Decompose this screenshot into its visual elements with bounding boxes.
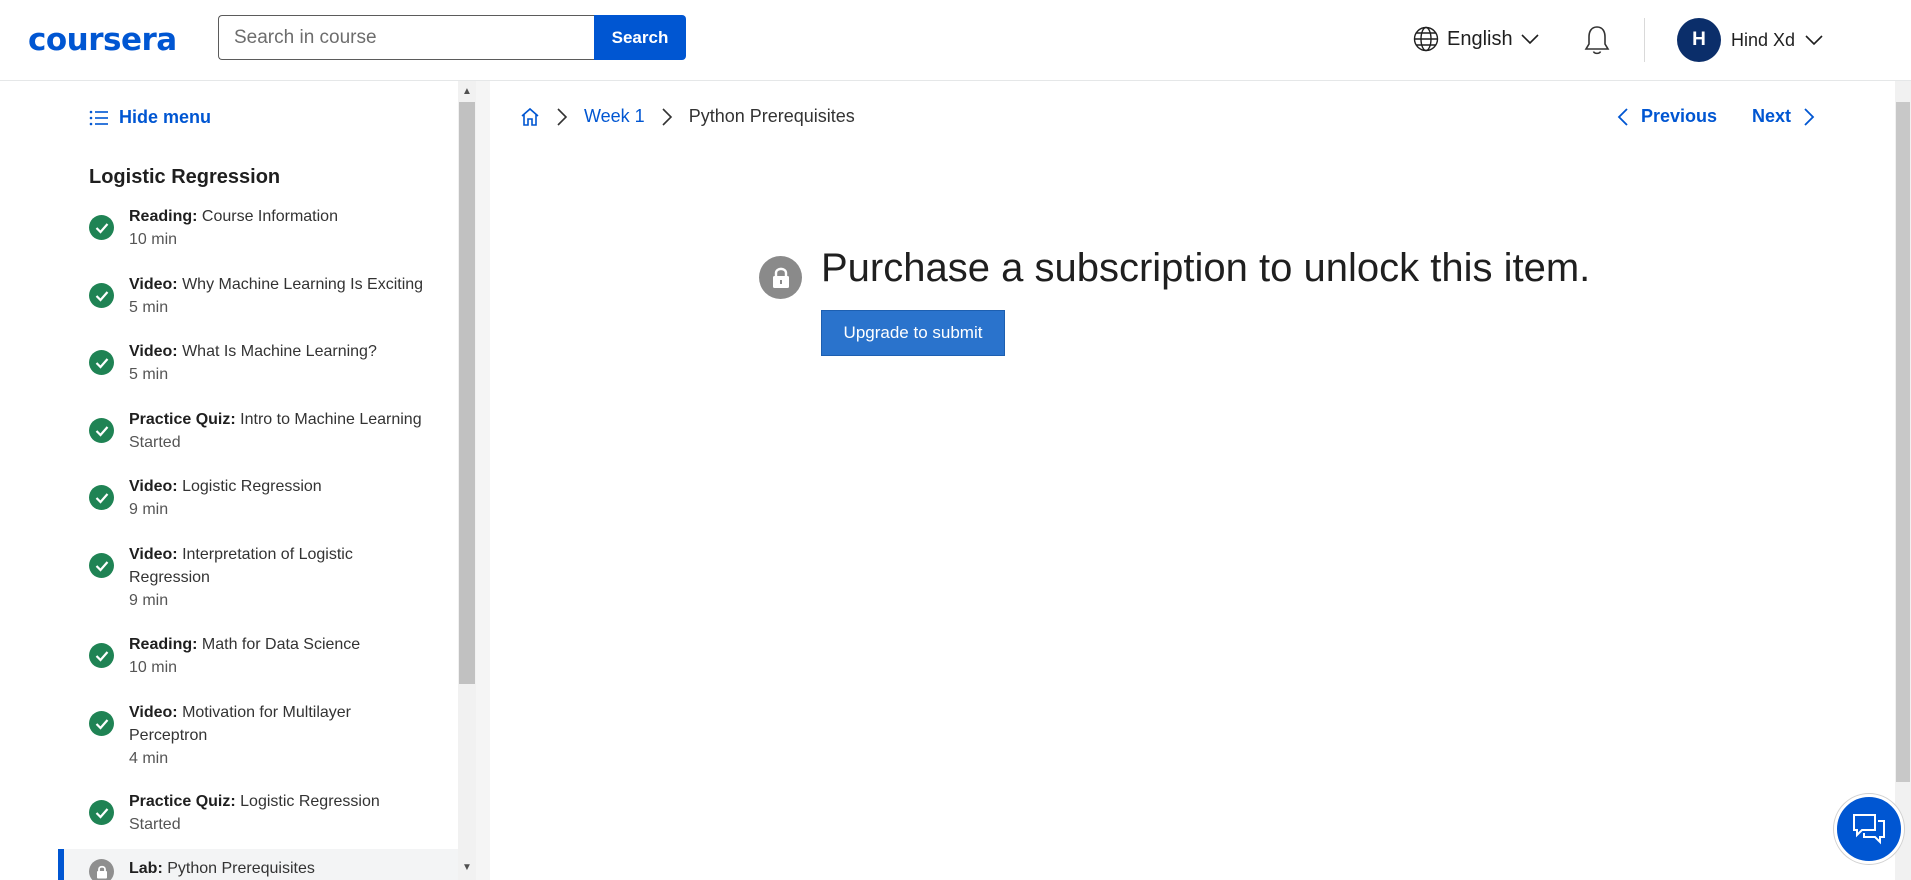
chevron-right-icon xyxy=(1804,107,1815,126)
previous-button[interactable]: Previous xyxy=(1617,106,1717,127)
item-meta: 10 min xyxy=(129,231,178,248)
item-title: Intro to Machine Learning xyxy=(240,411,422,428)
completed-check-icon xyxy=(89,643,114,668)
module-title: Logistic Regression xyxy=(89,166,281,188)
item-type: Reading: xyxy=(129,208,198,225)
completed-check-icon xyxy=(89,215,114,240)
completed-check-icon xyxy=(89,418,114,443)
course-sidebar: Hide menu Logistic Regression Reading: C… xyxy=(0,81,458,880)
item-type: Video: xyxy=(129,343,178,360)
next-label: Next xyxy=(1752,106,1792,126)
sidebar-item-logistic-regression-video[interactable]: Video: Logistic Regression 9 min xyxy=(89,475,429,522)
item-meta: 5 min xyxy=(129,299,169,316)
item-type: Video: xyxy=(129,546,178,563)
user-name: Hind Xd xyxy=(1731,29,1796,50)
sidebar-item-why-ml-exciting[interactable]: Video: Why Machine Learning Is Exciting … xyxy=(89,273,429,320)
language-label: English xyxy=(1447,27,1513,50)
lock-icon xyxy=(89,859,114,880)
sidebar-item-what-is-ml[interactable]: Video: What Is Machine Learning? 5 min xyxy=(89,340,429,387)
item-meta: 9 min xyxy=(129,592,169,609)
item-type: Lab: xyxy=(129,860,163,877)
globe-icon xyxy=(1413,26,1439,52)
course-search: Search xyxy=(218,15,686,60)
breadcrumb-current: Python Prerequisites xyxy=(688,106,855,126)
notifications-bell-icon[interactable] xyxy=(1582,24,1612,56)
user-menu[interactable]: H Hind Xd xyxy=(1677,18,1823,62)
upgrade-to-submit-button[interactable]: Upgrade to submit xyxy=(821,310,1005,356)
item-type: Video: xyxy=(129,704,178,721)
item-type: Video: xyxy=(129,276,178,293)
sidebar-gutter xyxy=(476,81,490,880)
item-type: Reading: xyxy=(129,636,198,653)
scroll-up-arrow-icon[interactable]: ▲ xyxy=(462,86,472,97)
sidebar-item-python-prerequisites[interactable]: Lab: Python Prerequisites xyxy=(89,847,429,880)
completed-check-icon xyxy=(89,485,114,510)
language-selector[interactable]: English xyxy=(1413,26,1539,52)
avatar: H xyxy=(1677,18,1721,62)
completed-check-icon xyxy=(89,553,114,578)
lock-icon xyxy=(759,256,802,299)
chevron-right-icon xyxy=(662,107,672,126)
completed-check-icon xyxy=(89,800,114,825)
header-divider xyxy=(1644,18,1645,62)
chat-support-button[interactable] xyxy=(1834,794,1904,864)
scroll-down-arrow-icon[interactable]: ▼ xyxy=(462,862,472,873)
item-type: Practice Quiz: xyxy=(129,793,236,810)
search-input[interactable] xyxy=(218,15,594,60)
sidebar-item-course-information[interactable]: Reading: Course Information 10 min xyxy=(89,205,429,252)
item-type: Practice Quiz: xyxy=(129,411,236,428)
coursera-logo[interactable]: coursera xyxy=(28,22,177,58)
sidebar-item-logistic-regression-quiz[interactable]: Practice Quiz: Logistic Regression Start… xyxy=(89,790,429,837)
item-meta: Started xyxy=(129,434,181,451)
chevron-down-icon xyxy=(1521,34,1539,45)
sidebar-item-intro-quiz[interactable]: Practice Quiz: Intro to Machine Learning… xyxy=(89,408,429,455)
item-title: Logistic Regression xyxy=(182,478,322,495)
sidebar-item-multilayer-perceptron[interactable]: Video: Motivation for Multilayer Percept… xyxy=(89,701,429,771)
item-meta: 10 min xyxy=(129,659,178,676)
item-title: Math for Data Science xyxy=(201,636,361,653)
main-scrollbar-thumb[interactable] xyxy=(1896,102,1910,782)
completed-check-icon xyxy=(89,711,114,736)
next-button[interactable]: Next xyxy=(1752,106,1815,127)
sidebar-item-interpretation[interactable]: Video: Interpretation of Logistic Regres… xyxy=(89,543,429,613)
item-meta: Started xyxy=(129,816,181,833)
chevron-left-icon xyxy=(1617,107,1628,126)
item-title: Why Machine Learning Is Exciting xyxy=(182,276,424,293)
breadcrumb: Week 1 Python Prerequisites xyxy=(520,106,855,127)
home-icon[interactable] xyxy=(520,107,540,127)
sidebar-item-math-for-ds[interactable]: Reading: Math for Data Science 10 min xyxy=(89,633,429,680)
hide-menu-label: Hide menu xyxy=(119,107,212,127)
hide-menu-button[interactable]: Hide menu xyxy=(89,107,211,128)
completed-check-icon xyxy=(89,283,114,308)
completed-check-icon xyxy=(89,350,114,375)
chat-icon xyxy=(1853,814,1885,845)
item-meta: 9 min xyxy=(129,501,169,518)
list-icon xyxy=(89,110,108,125)
item-title: Logistic Regression xyxy=(240,793,380,810)
chevron-down-icon xyxy=(1805,35,1823,46)
breadcrumb-week[interactable]: Week 1 xyxy=(584,106,645,127)
top-header: coursera Search English H Hind Xd xyxy=(0,0,1911,81)
item-title: Python Prerequisites xyxy=(167,860,315,877)
item-meta: 5 min xyxy=(129,366,169,383)
item-title: Course Information xyxy=(201,208,338,225)
search-button[interactable]: Search xyxy=(594,15,686,60)
previous-label: Previous xyxy=(1641,106,1718,126)
item-title: What Is Machine Learning? xyxy=(182,343,377,360)
item-meta: 4 min xyxy=(129,750,169,767)
chevron-right-icon xyxy=(557,107,568,126)
locked-message: Purchase a subscription to unlock this i… xyxy=(821,246,1591,290)
item-type: Video: xyxy=(129,478,178,495)
sidebar-scrollbar-thumb[interactable] xyxy=(459,102,475,684)
